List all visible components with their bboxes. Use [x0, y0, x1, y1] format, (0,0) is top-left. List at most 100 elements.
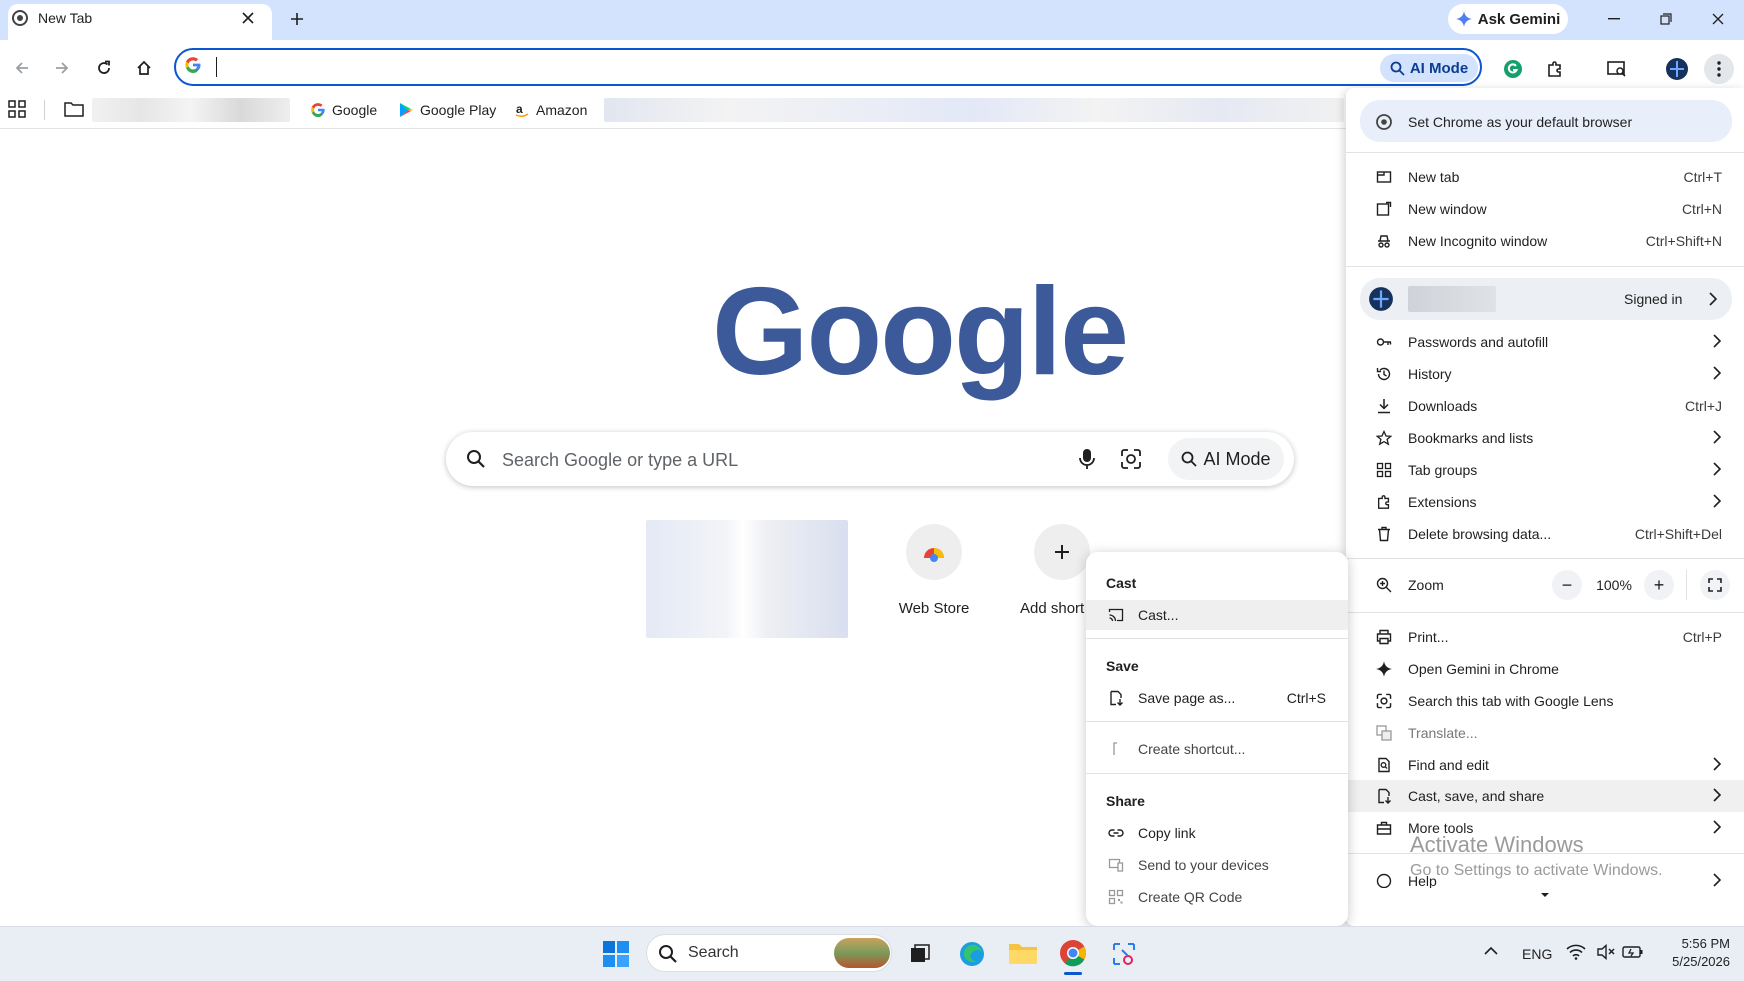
google-play-icon	[398, 102, 414, 118]
activate-windows-subtext: Go to Settings to activate Windows.	[1410, 862, 1663, 879]
window-close-icon[interactable]	[1698, 6, 1738, 32]
profile-avatar[interactable]	[1662, 54, 1692, 84]
bookmark-google[interactable]: Google	[310, 100, 377, 120]
submenu-item-save-page[interactable]: Save page as... Ctrl+S	[1086, 683, 1348, 713]
shortcut-web-store[interactable]	[906, 524, 962, 580]
profile-status: Signed in	[1624, 291, 1683, 307]
home-icon[interactable]	[130, 54, 158, 82]
activate-windows-watermark: Activate Windows	[1410, 832, 1584, 857]
bookmark-amazon[interactable]: a Amazon	[514, 100, 587, 120]
restore-icon[interactable]	[1646, 6, 1686, 32]
menu-item-cast-save-share[interactable]: Cast, save, and share	[1346, 781, 1744, 811]
task-view-icon[interactable]	[908, 942, 932, 966]
submenu-shortcut: Ctrl+S	[1286, 690, 1326, 706]
menu-item-find-edit[interactable]: Find and edit	[1346, 750, 1744, 780]
kebab-menu-icon[interactable]	[1704, 54, 1734, 84]
submenu-item-qr-code[interactable]: Create QR Code	[1086, 882, 1348, 912]
submenu-item-create-shortcut[interactable]: Create shortcut...	[1086, 734, 1348, 764]
ask-gemini-button[interactable]: Ask Gemini	[1448, 4, 1568, 34]
extensions-puzzle-icon[interactable]	[1540, 54, 1570, 84]
volume-muted-icon[interactable]	[1596, 944, 1616, 960]
menu-item-translate[interactable]: Translate...	[1346, 718, 1744, 748]
microphone-icon[interactable]	[1078, 448, 1096, 470]
shortcut-add[interactable]	[1034, 524, 1090, 580]
chevron-right-icon	[1712, 788, 1722, 802]
menu-item-passwords[interactable]: Passwords and autofill	[1346, 327, 1744, 357]
scroll-down-arrow-icon[interactable]	[1540, 892, 1550, 898]
apps-grid-icon[interactable]	[8, 100, 26, 118]
redacted-shortcut	[646, 520, 848, 638]
search-icon	[466, 449, 486, 469]
bookmark-google-play[interactable]: Google Play	[398, 100, 496, 120]
chevron-right-icon	[1712, 334, 1722, 348]
tab-search-icon[interactable]	[1602, 54, 1632, 84]
menu-item-tab-groups[interactable]: Tab groups	[1346, 455, 1744, 485]
menu-separator	[1346, 612, 1744, 613]
language-indicator[interactable]: ENG	[1522, 946, 1552, 962]
clock-date[interactable]: 5/25/2026	[1656, 954, 1730, 969]
cast-icon	[1108, 607, 1124, 623]
ai-search-icon	[1390, 61, 1405, 76]
minimize-icon[interactable]	[1594, 6, 1634, 32]
chrome-icon	[12, 10, 28, 26]
chevron-up-icon[interactable]	[1484, 946, 1498, 956]
submenu-item-cast[interactable]: Cast...	[1086, 600, 1348, 630]
battery-icon[interactable]	[1622, 944, 1644, 960]
zoom-out-button[interactable]: −	[1552, 570, 1582, 600]
menu-label: New window	[1408, 201, 1487, 217]
set-default-browser-row[interactable]: Set Chrome as your default browser	[1346, 107, 1744, 137]
edge-browser-icon[interactable]	[958, 940, 986, 968]
omnibox-ai-mode-button[interactable]: AI Mode	[1380, 54, 1478, 82]
menu-item-google-lens[interactable]: Search this tab with Google Lens	[1346, 686, 1744, 716]
menu-item-extensions[interactable]: Extensions	[1346, 487, 1744, 517]
back-arrow-icon[interactable]	[8, 54, 36, 82]
menu-separator	[1346, 558, 1744, 559]
shortcut-label: Web Store	[898, 600, 970, 617]
menu-label: Tab groups	[1408, 462, 1478, 478]
redacted-profile-name	[1408, 286, 1496, 312]
menu-separator	[1346, 266, 1744, 267]
forward-arrow-icon[interactable]	[48, 54, 76, 82]
google-lens-icon	[1376, 693, 1392, 709]
menu-separator	[1346, 152, 1744, 153]
menu-item-new-tab[interactable]: New tab Ctrl+T	[1346, 162, 1744, 192]
menu-item-bookmarks[interactable]: Bookmarks and lists	[1346, 423, 1744, 453]
menu-item-delete-browsing-data[interactable]: Delete browsing data... Ctrl+Shift+Del	[1346, 519, 1744, 549]
devices-icon	[1108, 857, 1124, 873]
submenu-header-cast: Cast	[1106, 575, 1137, 591]
snipping-tool-icon[interactable]	[1110, 940, 1138, 968]
submenu-item-copy-link[interactable]: Copy link	[1086, 818, 1348, 848]
menu-label: Print...	[1408, 629, 1449, 645]
close-icon[interactable]	[238, 8, 258, 28]
google-lens-icon[interactable]	[1120, 448, 1142, 470]
trash-icon	[1376, 526, 1392, 542]
fullscreen-icon[interactable]	[1700, 570, 1730, 600]
address-input[interactable]	[214, 54, 1218, 82]
menu-label: Find and edit	[1408, 757, 1489, 773]
chrome-taskbar-icon[interactable]	[1058, 938, 1088, 968]
plus-icon[interactable]	[286, 8, 308, 30]
qr-code-icon	[1108, 889, 1124, 905]
menu-item-downloads[interactable]: Downloads Ctrl+J	[1346, 391, 1744, 421]
ntp-ai-mode-button[interactable]: AI Mode	[1168, 438, 1284, 480]
menu-item-open-gemini[interactable]: Open Gemini in Chrome	[1346, 654, 1744, 684]
folder-icon[interactable]	[64, 101, 84, 117]
windows-start-icon[interactable]	[602, 940, 630, 968]
menu-item-print[interactable]: Print... Ctrl+P	[1346, 622, 1744, 652]
file-explorer-icon[interactable]	[1008, 940, 1038, 966]
menu-item-history[interactable]: History	[1346, 359, 1744, 389]
bookmarks-divider	[44, 100, 45, 120]
submenu-item-send-devices[interactable]: Send to your devices	[1086, 850, 1348, 880]
redacted-bookmarks	[92, 98, 290, 122]
chrome-web-store-icon	[906, 524, 962, 580]
menu-item-new-incognito[interactable]: New Incognito window Ctrl+Shift+N	[1346, 226, 1744, 256]
zoom-level: 100%	[1596, 577, 1632, 593]
submenu-separator	[1086, 773, 1348, 774]
wifi-icon[interactable]	[1566, 944, 1586, 960]
zoom-in-button[interactable]: +	[1644, 570, 1674, 600]
clock-time[interactable]: 5:56 PM	[1670, 936, 1730, 951]
reload-icon[interactable]	[90, 54, 118, 82]
grammarly-icon[interactable]	[1498, 54, 1528, 84]
menu-item-new-window[interactable]: New window Ctrl+N	[1346, 194, 1744, 224]
search-highlight-image	[834, 938, 890, 968]
